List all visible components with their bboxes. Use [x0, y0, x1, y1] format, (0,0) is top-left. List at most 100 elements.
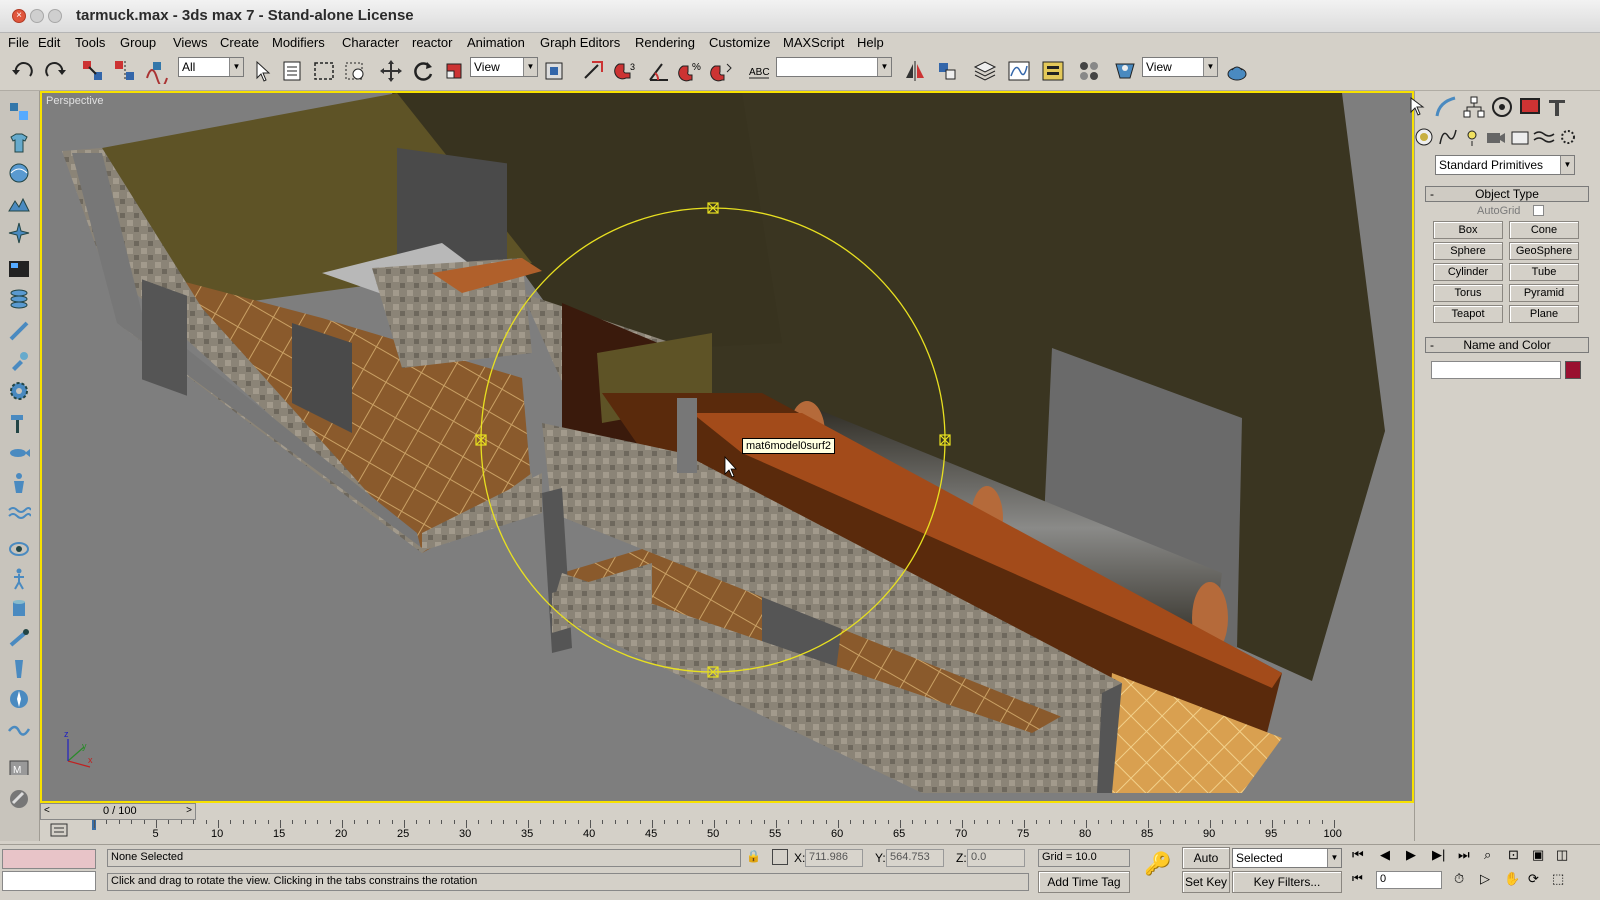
- layer-manager-icon[interactable]: [972, 58, 998, 84]
- gear-icon[interactable]: [7, 379, 31, 403]
- key-mode-icon[interactable]: ⏮: [1352, 871, 1366, 891]
- menu-maxscript[interactable]: MAXScript: [783, 35, 844, 50]
- zoom-icon[interactable]: ⌕: [1484, 847, 1491, 863]
- schematic-view-icon[interactable]: [1040, 58, 1066, 84]
- menu-views[interactable]: Views: [173, 35, 207, 50]
- cameras-icon[interactable]: [1483, 124, 1509, 150]
- primitive-category-dropdown[interactable]: Standard Primitives ▼: [1435, 155, 1575, 175]
- torus-button[interactable]: Torus: [1433, 284, 1503, 302]
- previous-frame-icon[interactable]: ◀: [1380, 847, 1390, 863]
- rect-selection-icon[interactable]: [311, 58, 337, 84]
- menu-animation[interactable]: Animation: [467, 35, 525, 50]
- compass-icon[interactable]: [7, 687, 31, 711]
- hammer-icon[interactable]: [7, 411, 31, 435]
- move-icon[interactable]: [378, 58, 404, 84]
- scale-icon[interactable]: [442, 58, 468, 84]
- go-to-start-icon[interactable]: ⏮: [1352, 847, 1364, 863]
- autogrid-checkbox[interactable]: [1533, 205, 1544, 216]
- menu-create[interactable]: Create: [220, 35, 259, 50]
- maximize-viewport-icon[interactable]: ⬚: [1552, 871, 1564, 887]
- tape-measure-icon[interactable]: [7, 319, 31, 343]
- set-key-button[interactable]: Set Key: [1182, 871, 1230, 893]
- menu-tools[interactable]: Tools: [75, 35, 105, 50]
- maximize-window-button[interactable]: [48, 9, 62, 23]
- box-button[interactable]: Box: [1433, 221, 1503, 239]
- maxscript-listener-mini[interactable]: [2, 849, 96, 869]
- menu-customize[interactable]: Customize: [709, 35, 770, 50]
- z-coord-field[interactable]: 0.0: [967, 849, 1025, 867]
- terrain-icon[interactable]: [7, 191, 31, 215]
- edit-named-sel-icon[interactable]: ABC: [746, 58, 772, 84]
- lights-icon[interactable]: [1459, 124, 1485, 150]
- angle-snap-icon[interactable]: [646, 58, 672, 84]
- select-link-icon[interactable]: [80, 58, 106, 84]
- key-filters-button[interactable]: Key Filters...: [1232, 871, 1342, 893]
- shirt-icon[interactable]: [7, 131, 31, 155]
- material-editor-icon[interactable]: [1076, 58, 1102, 84]
- particle-icon[interactable]: [7, 221, 31, 245]
- named-selection-set-dropdown[interactable]: ▼: [776, 57, 892, 77]
- tube-button[interactable]: Tube: [1509, 263, 1579, 281]
- next-frame-icon[interactable]: ▶|: [1432, 847, 1445, 863]
- field-of-view-icon[interactable]: ▷: [1480, 871, 1490, 887]
- quick-render-icon[interactable]: [1224, 58, 1250, 84]
- layers-icon[interactable]: [7, 287, 31, 311]
- auto-key-button[interactable]: Auto Key: [1182, 847, 1230, 885]
- object-type-rollout-header[interactable]: - Object Type: [1425, 186, 1589, 202]
- spacewarps-icon[interactable]: [1531, 124, 1557, 150]
- absolute-mode-icon[interactable]: [772, 849, 788, 865]
- window-crossing-icon[interactable]: [342, 58, 368, 84]
- geometry-icon[interactable]: [1411, 124, 1437, 150]
- pan-hand-icon[interactable]: ✋: [1504, 871, 1520, 887]
- cone-button[interactable]: Cone: [1509, 221, 1579, 239]
- minimize-window-button[interactable]: [30, 9, 44, 23]
- undo-icon[interactable]: [10, 58, 36, 84]
- display-tab-icon[interactable]: [1517, 94, 1543, 120]
- paint-icon[interactable]: [7, 349, 31, 373]
- figure-icon[interactable]: [7, 471, 31, 495]
- menu-help[interactable]: Help: [857, 35, 884, 50]
- bind-spacewarp-icon[interactable]: [144, 58, 170, 87]
- key-selection-dropdown[interactable]: Selected ▼: [1232, 848, 1342, 868]
- plane-button[interactable]: Plane: [1509, 305, 1579, 323]
- arc-rotate-icon[interactable]: ⟳: [1528, 871, 1539, 887]
- unlink-icon[interactable]: [112, 58, 138, 84]
- curve-editor-icon[interactable]: [1006, 58, 1032, 84]
- chevron-right-icon[interactable]: >: [186, 805, 192, 816]
- object-color-swatch[interactable]: [1565, 361, 1581, 379]
- redo-icon[interactable]: [42, 58, 68, 84]
- orbit-icon[interactable]: [7, 537, 31, 561]
- hierarchy-tab-icon[interactable]: [1461, 94, 1487, 120]
- bone-icon[interactable]: [7, 627, 31, 651]
- sphere-button[interactable]: Sphere: [1433, 242, 1503, 260]
- geosphere-button[interactable]: GeoSphere: [1509, 242, 1579, 260]
- object-name-field[interactable]: [1431, 361, 1561, 379]
- maxscript-output-mini[interactable]: [2, 871, 96, 891]
- key-icon[interactable]: 🔑: [1140, 851, 1176, 887]
- systems-icon[interactable]: [1555, 124, 1581, 150]
- mirror-icon[interactable]: [902, 58, 928, 84]
- zoom-all-icon[interactable]: ⊡: [1508, 847, 1519, 863]
- pyramid-button[interactable]: Pyramid: [1509, 284, 1579, 302]
- percent-snap-icon[interactable]: %: [678, 58, 704, 84]
- reference-coordinate-dropdown[interactable]: View ▼: [470, 57, 538, 77]
- skin-icon[interactable]: [7, 657, 31, 681]
- utilities-tab-icon[interactable]: [1545, 94, 1571, 120]
- cylinder-tool-icon[interactable]: [7, 597, 31, 621]
- menu-reactor[interactable]: reactor: [412, 35, 452, 50]
- maxscript-icon[interactable]: M: [7, 755, 31, 779]
- y-coord-field[interactable]: 564.753: [886, 849, 944, 867]
- go-to-end-icon[interactable]: ⏭: [1458, 847, 1470, 863]
- biped-icon[interactable]: [7, 567, 31, 591]
- snap-3d-icon[interactable]: 3: [614, 58, 640, 84]
- motion-tab-icon[interactable]: [1489, 94, 1515, 120]
- helpers-icon[interactable]: [1507, 124, 1533, 150]
- curve-icon[interactable]: [7, 717, 31, 741]
- wave-icon[interactable]: [7, 501, 32, 525]
- lock-icon[interactable]: 🔒: [746, 849, 762, 867]
- menu-file[interactable]: File: [8, 35, 29, 50]
- perspective-viewport[interactable]: Perspective mat6model0surf2 x y z: [40, 91, 1414, 803]
- shapes-icon[interactable]: [1435, 124, 1461, 150]
- sphere-icon[interactable]: [7, 161, 31, 185]
- current-frame-field[interactable]: 0: [1376, 871, 1442, 889]
